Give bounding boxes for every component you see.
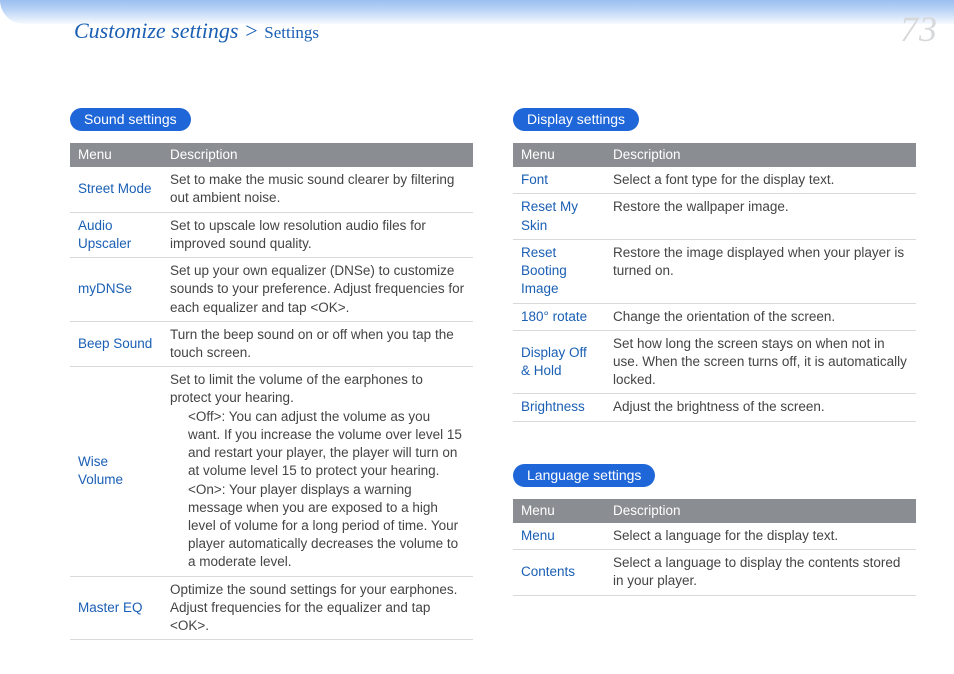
desc-reset-booting: Restore the image displayed when your pl…: [605, 239, 916, 303]
menu-street-mode: Street Mode: [70, 167, 162, 212]
table-row: Audio Upscaler Set to upscale low resolu…: [70, 212, 473, 257]
table-row: Brightness Adjust the brightness of the …: [513, 394, 916, 421]
wise-volume-intro: Set to limit the volume of the earphones…: [170, 372, 423, 405]
right-column: Display settings Menu Description Font S…: [513, 108, 916, 640]
desc-font: Select a font type for the display text.: [605, 167, 916, 194]
sound-settings-table: Menu Description Street Mode Set to make…: [70, 143, 473, 640]
table-header-row: Menu Description: [513, 143, 916, 167]
page-number: 73: [900, 8, 938, 50]
table-row: myDNSe Set up your own equalizer (DNSe) …: [70, 258, 473, 322]
table-row: Reset My Skin Restore the wallpaper imag…: [513, 194, 916, 239]
table-row: Font Select a font type for the display …: [513, 167, 916, 194]
table-row: Beep Sound Turn the beep sound on or off…: [70, 321, 473, 366]
menu-180-rotate: 180° rotate: [513, 303, 605, 330]
menu-beep-sound: Beep Sound: [70, 321, 162, 366]
menu-mydnse: myDNSe: [70, 258, 162, 322]
menu-reset-skin: Reset My Skin: [513, 194, 605, 239]
table-row: Master EQ Optimize the sound settings fo…: [70, 576, 473, 640]
col-header-menu: Menu: [70, 143, 162, 167]
table-row: Reset Booting Image Restore the image di…: [513, 239, 916, 303]
menu-lang-menu: Menu: [513, 523, 605, 550]
spacer: [513, 422, 916, 464]
breadcrumb-main: Customize settings >: [74, 18, 264, 43]
menu-wise-volume: Wise Volume: [70, 367, 162, 576]
desc-wise-volume: Set to limit the volume of the earphones…: [162, 367, 473, 576]
table-row: Contents Select a language to display th…: [513, 550, 916, 595]
desc-display-off-hold: Set how long the screen stays on when no…: [605, 330, 916, 394]
table-header-row: Menu Description: [513, 499, 916, 523]
menu-master-eq: Master EQ: [70, 576, 162, 640]
table-row: Menu Select a language for the display t…: [513, 523, 916, 550]
sound-settings-pill: Sound settings: [70, 108, 191, 131]
menu-lang-contents: Contents: [513, 550, 605, 595]
content-columns: Sound settings Menu Description Street M…: [70, 108, 916, 640]
table-header-row: Menu Description: [70, 143, 473, 167]
desc-beep-sound: Turn the beep sound on or off when you t…: [162, 321, 473, 366]
desc-brightness: Adjust the brightness of the screen.: [605, 394, 916, 421]
language-settings-table: Menu Description Menu Select a language …: [513, 499, 916, 596]
display-settings-pill: Display settings: [513, 108, 639, 131]
col-header-menu: Menu: [513, 499, 605, 523]
breadcrumb-sub: Settings: [264, 23, 319, 42]
desc-180-rotate: Change the orientation of the screen.: [605, 303, 916, 330]
menu-audio-upscaler: Audio Upscaler: [70, 212, 162, 257]
desc-reset-skin: Restore the wallpaper image.: [605, 194, 916, 239]
col-header-description: Description: [605, 143, 916, 167]
menu-font: Font: [513, 167, 605, 194]
desc-master-eq: Optimize the sound settings for your ear…: [162, 576, 473, 640]
table-row: Wise Volume Set to limit the volume of t…: [70, 367, 473, 576]
wise-volume-on: <On>: Your player displays a warning mes…: [170, 481, 465, 572]
col-header-description: Description: [162, 143, 473, 167]
desc-mydnse: Set up your own equalizer (DNSe) to cust…: [162, 258, 473, 322]
menu-reset-booting: Reset Booting Image: [513, 239, 605, 303]
table-row: 180° rotate Change the orientation of th…: [513, 303, 916, 330]
col-header-description: Description: [605, 499, 916, 523]
left-column: Sound settings Menu Description Street M…: [70, 108, 473, 640]
menu-brightness: Brightness: [513, 394, 605, 421]
wise-volume-off: <Off>: You can adjust the volume as you …: [170, 408, 465, 481]
display-settings-table: Menu Description Font Select a font type…: [513, 143, 916, 422]
menu-display-off-hold: Display Off & Hold: [513, 330, 605, 394]
desc-lang-contents: Select a language to display the content…: [605, 550, 916, 595]
desc-lang-menu: Select a language for the display text.: [605, 523, 916, 550]
col-header-menu: Menu: [513, 143, 605, 167]
desc-audio-upscaler: Set to upscale low resolution audio file…: [162, 212, 473, 257]
table-row: Display Off & Hold Set how long the scre…: [513, 330, 916, 394]
breadcrumb: Customize settings > Settings: [74, 18, 319, 44]
language-settings-pill: Language settings: [513, 464, 655, 487]
desc-street-mode: Set to make the music sound clearer by f…: [162, 167, 473, 212]
table-row: Street Mode Set to make the music sound …: [70, 167, 473, 212]
